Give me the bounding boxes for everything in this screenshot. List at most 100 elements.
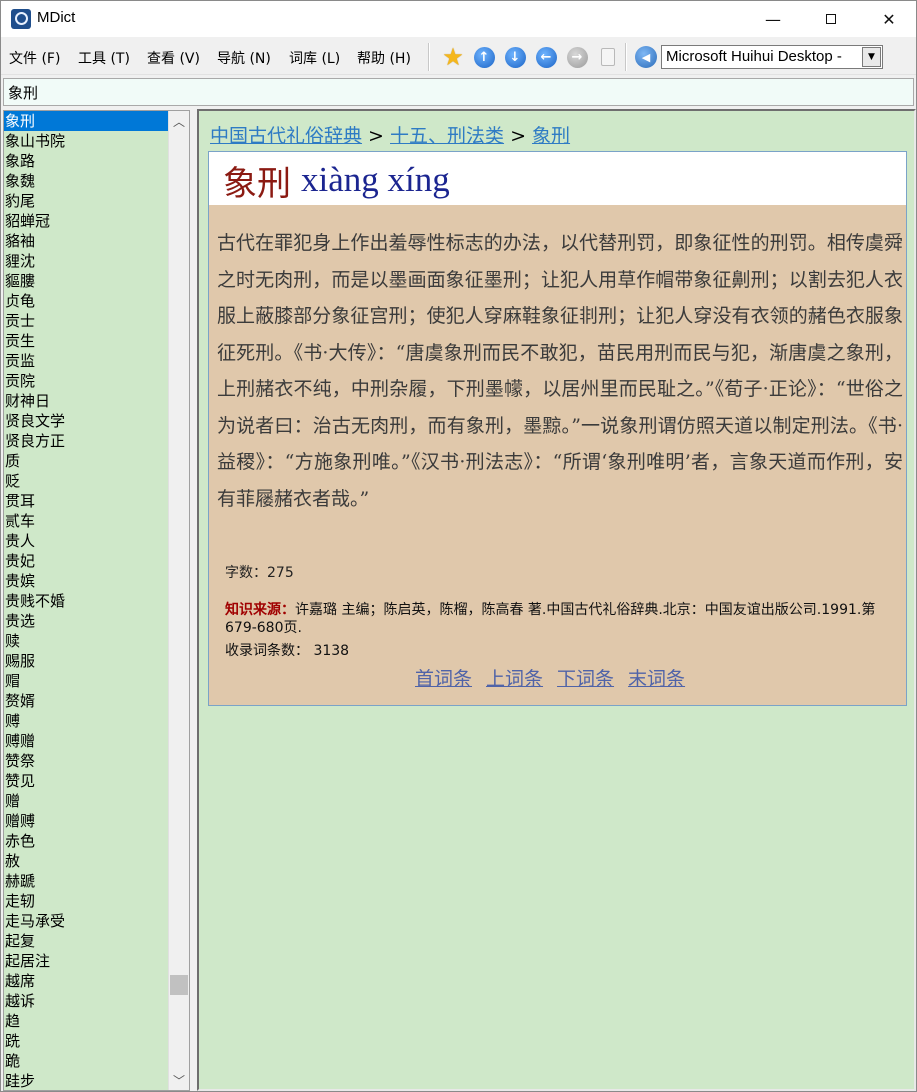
word-list-items: 象刑 象山书院 象路 象魏 豹尾 貂蝉冠 貉袖 貍沈 貙膢 贞龟 贡士 贡生 贡监 贡院 财神日 贤良文学 贤良…	[4, 111, 189, 1090]
word-list-item[interactable]: 赙赠	[4, 731, 168, 751]
entry-navigation: 首词条 上词条 下词条 末词条	[415, 664, 699, 691]
word-list-item[interactable]: 赠赙	[4, 811, 168, 831]
word-list-item[interactable]: 赠	[4, 791, 168, 811]
word-list-item[interactable]: 贵人	[4, 531, 168, 551]
entry-view: 中国古代礼俗辞典 > 十五、刑法类 > 象刑 象刑 xiàng xíng 古代在…	[197, 109, 916, 1091]
previous-entry-button[interactable]: ↑	[472, 45, 496, 69]
close-button[interactable]: ✕	[860, 1, 917, 37]
word-list-item[interactable]: 贬	[4, 471, 168, 491]
word-list-item[interactable]: 贵嫔	[4, 571, 168, 591]
word-list-scrollbar[interactable]: ︿ ﹀	[168, 111, 189, 1090]
paste-button[interactable]	[596, 45, 620, 69]
word-list-item[interactable]: 赎	[4, 631, 168, 651]
first-entry-link[interactable]: 首词条	[415, 668, 472, 690]
word-list-item[interactable]: 越席	[4, 971, 168, 991]
word-list-item[interactable]: 贡士	[4, 311, 168, 331]
window-title: MDict	[37, 9, 76, 26]
breadcrumb-section-link[interactable]: 十五、刑法类	[390, 125, 504, 147]
forward-arrow-icon: →	[566, 46, 588, 68]
word-list-item[interactable]: 貉袖	[4, 231, 168, 251]
next-entry-link[interactable]: 下词条	[557, 668, 614, 690]
voice-select[interactable]: Microsoft Huihui Desktop -	[661, 45, 883, 69]
word-list-item[interactable]: 贵贱不婚	[4, 591, 168, 611]
chevron-down-icon[interactable]: ▼	[862, 47, 881, 67]
word-list-item[interactable]: 跣	[4, 1031, 168, 1051]
word-list-item[interactable]: 贡生	[4, 331, 168, 351]
entry-card: 象刑 xiàng xíng 古代在罪犯身上作出羞辱性标志的办法，以代替刑罚，即象…	[208, 151, 907, 706]
word-list-item[interactable]: 质	[4, 451, 168, 471]
word-list-item[interactable]: 赦	[4, 851, 168, 871]
menu-file[interactable]: 文件 (F)	[9, 48, 60, 68]
scrollbar-thumb[interactable]	[170, 975, 188, 995]
previous-entry-link[interactable]: 上词条	[486, 668, 543, 690]
word-list-item[interactable]: 走马承受	[4, 911, 168, 931]
word-list-item[interactable]: 贡监	[4, 351, 168, 371]
breadcrumb-root-link[interactable]: 中国古代礼俗辞典	[210, 125, 362, 147]
up-arrow-icon: ↑	[473, 46, 495, 68]
word-list-item[interactable]: 贵妃	[4, 551, 168, 571]
word-list-item[interactable]: 赙	[4, 711, 168, 731]
breadcrumb-separator: >	[362, 125, 391, 147]
search-input[interactable]: 象刑	[3, 78, 914, 106]
maximize-button[interactable]	[802, 1, 860, 37]
word-list-item[interactable]: 赘婿	[4, 691, 168, 711]
word-list-item[interactable]: 貂蝉冠	[4, 211, 168, 231]
maximize-icon	[826, 14, 836, 24]
word-list-item[interactable]: 赫蹏	[4, 871, 168, 891]
breadcrumb: 中国古代礼俗辞典 > 十五、刑法类 > 象刑	[210, 121, 570, 148]
word-list-item[interactable]: 起居注	[4, 951, 168, 971]
word-list-item[interactable]: 财神日	[4, 391, 168, 411]
toolbar-separator	[625, 43, 627, 71]
word-list-item[interactable]: 贤良方正	[4, 431, 168, 451]
scroll-up-icon[interactable]: ︿	[169, 111, 189, 131]
menu-help[interactable]: 帮助 (H)	[357, 48, 411, 68]
word-list-item[interactable]: 象山书院	[4, 131, 168, 151]
headword: 象刑	[223, 164, 291, 204]
word-list[interactable]: 象刑 象山书院 象路 象魏 豹尾 貂蝉冠 貉袖 貍沈 貙膢 贞龟 贡士 贡生 贡监 贡院 财神日 贤良文学 贤良…	[3, 110, 190, 1091]
scroll-down-icon[interactable]: ﹀	[169, 1070, 189, 1090]
source-text: 许嘉璐 主编；陈启英，陈榴，陈高春 著.中国古代礼俗辞典.北京：中国友谊出版公司…	[225, 602, 876, 636]
word-list-item[interactable]: 象刑	[4, 111, 168, 131]
word-list-item[interactable]: 赐服	[4, 651, 168, 671]
speak-button[interactable]: ◀	[634, 45, 658, 69]
breadcrumb-current-link[interactable]: 象刑	[532, 125, 570, 147]
minimize-button[interactable]: —	[744, 1, 802, 37]
word-list-item[interactable]: 贤良文学	[4, 411, 168, 431]
word-list-item[interactable]: 赤色	[4, 831, 168, 851]
menu-tools[interactable]: 工具 (T)	[78, 48, 130, 68]
menu-navigate[interactable]: 导航 (N)	[217, 48, 271, 68]
word-list-item[interactable]: 贡院	[4, 371, 168, 391]
word-list-item[interactable]: 跬步	[4, 1071, 168, 1090]
minimize-icon: —	[765, 9, 781, 29]
mdict-app-icon	[11, 9, 31, 29]
favorite-star-icon: ★	[442, 43, 464, 71]
forward-button[interactable]: →	[565, 45, 589, 69]
last-entry-link[interactable]: 末词条	[628, 668, 685, 690]
word-list-item[interactable]: 贵选	[4, 611, 168, 631]
word-list-item[interactable]: 豹尾	[4, 191, 168, 211]
word-list-item[interactable]: 贰车	[4, 511, 168, 531]
menu-library[interactable]: 词库 (L)	[289, 48, 340, 68]
entry-count: 收录词条数： 3138	[225, 643, 350, 659]
word-list-item[interactable]: 越诉	[4, 991, 168, 1011]
menu-view[interactable]: 查看 (V)	[147, 48, 200, 68]
back-button[interactable]: ←	[534, 45, 558, 69]
word-list-item[interactable]: 走轫	[4, 891, 168, 911]
clipboard-icon	[601, 48, 615, 66]
favorite-button[interactable]: ★	[441, 45, 465, 69]
speaker-icon: ◀	[635, 46, 657, 68]
word-list-item[interactable]: 赗	[4, 671, 168, 691]
word-list-item[interactable]: 貍沈	[4, 251, 168, 271]
word-list-item[interactable]: 跪	[4, 1051, 168, 1071]
next-entry-button[interactable]: ↓	[503, 45, 527, 69]
word-list-item[interactable]: 趋	[4, 1011, 168, 1031]
word-list-item[interactable]: 赞见	[4, 771, 168, 791]
word-list-item[interactable]: 象路	[4, 151, 168, 171]
word-list-item[interactable]: 赞祭	[4, 751, 168, 771]
word-list-item[interactable]: 貙膢	[4, 271, 168, 291]
word-list-item[interactable]: 起复	[4, 931, 168, 951]
word-list-item[interactable]: 贯耳	[4, 491, 168, 511]
word-list-item[interactable]: 贞龟	[4, 291, 168, 311]
word-list-item[interactable]: 象魏	[4, 171, 168, 191]
pinyin: xiàng xíng	[301, 160, 450, 199]
